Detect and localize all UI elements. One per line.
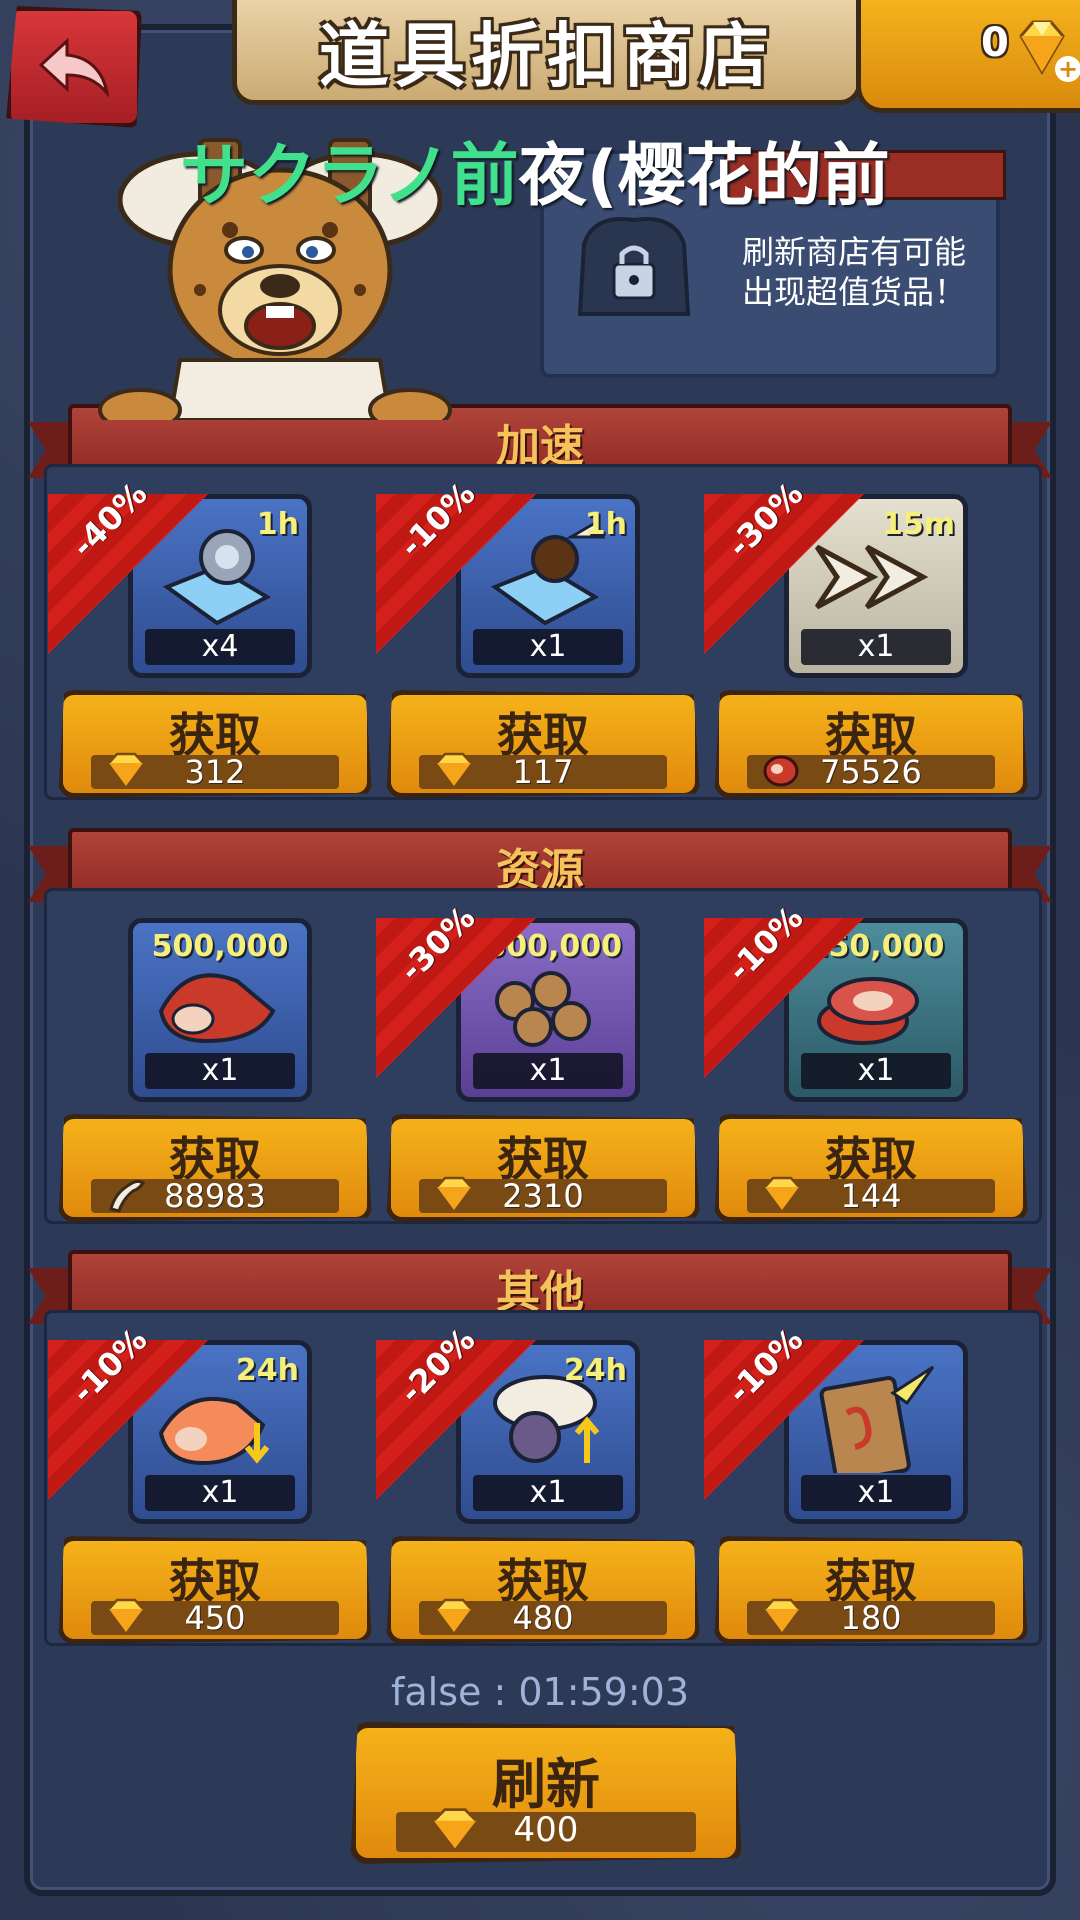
locked-bag-icon	[577, 217, 691, 316]
discount-badge: -20%	[376, 1320, 536, 1500]
item-duration: 1h	[584, 507, 627, 542]
shop-item-card: -10% 24h x1 获取 450	[48, 1320, 372, 1644]
overlay-caption: サクラノ前夜(樱花的前	[180, 120, 890, 219]
discount-badge: -30%	[376, 898, 536, 1078]
shop-item-card: -20% 24h x1 获取 480	[376, 1320, 700, 1644]
buy-button[interactable]: 获取 88983	[58, 1114, 372, 1222]
tip-line-2: 出现超值货品！	[741, 273, 966, 311]
shop-item-card: -40% 1h x4 获取 312	[48, 474, 372, 798]
refresh-label: 刷新	[492, 1753, 600, 1816]
shop-item-card: -30% 15m x1 获取 75526	[704, 474, 1028, 798]
item-price: 450	[184, 1599, 246, 1637]
gems-counter[interactable]: 0 +	[856, 0, 1080, 113]
discount-badge: -40%	[48, 474, 208, 654]
item-amount: 500,000	[151, 929, 289, 964]
back-button[interactable]	[6, 6, 142, 128]
discount-badge: -10%	[376, 474, 536, 654]
item-duration: 15m	[881, 507, 955, 542]
shop-item-card: -10% 1h x1 获取 117	[376, 474, 700, 798]
buy-button[interactable]: 获取 180	[714, 1536, 1028, 1644]
buy-button[interactable]: 获取 75526	[714, 690, 1028, 798]
title-banner: 道具折扣商店	[232, 0, 862, 105]
item-duration: 1h	[256, 507, 299, 542]
buy-button[interactable]: 获取 312	[58, 690, 372, 798]
item-price: 75526	[820, 753, 922, 791]
item-price: 480	[512, 1599, 574, 1637]
tip-text: 刷新商店有可能 出现超值货品！	[724, 232, 984, 312]
item-duration: 24h	[235, 1353, 299, 1388]
discount-badge: -10%	[704, 898, 864, 1078]
discount-badge: -10%	[48, 1320, 208, 1500]
buy-button[interactable]: 获取 450	[58, 1536, 372, 1644]
item-price: 312	[184, 753, 246, 791]
caption-green-char: 前	[450, 137, 519, 216]
shop-item-card: -10% x1 获取 180	[704, 1320, 1028, 1644]
item-quantity: x1	[145, 1053, 295, 1089]
discount-badge: -30%	[704, 474, 864, 654]
buy-button[interactable]: 获取 480	[386, 1536, 700, 1644]
item-price: 144	[840, 1177, 902, 1215]
item-price: 2310	[502, 1177, 584, 1215]
buy-button[interactable]: 获取 2310	[386, 1114, 700, 1222]
item-icon[interactable]: 500,000 x1	[128, 918, 312, 1102]
shop-item-card: -10% 150,000 x1 获取 144	[704, 898, 1028, 1222]
shop-item-card: -30% ,500,000 x1 获取 2310	[376, 898, 700, 1222]
buy-button[interactable]: 获取 144	[714, 1114, 1028, 1222]
item-price: 117	[512, 753, 574, 791]
refresh-price: 400	[513, 1810, 579, 1850]
item-price: 88983	[164, 1177, 266, 1215]
add-gems-icon[interactable]: +	[1055, 56, 1080, 82]
caption-white-text: 夜(樱花的前	[518, 137, 890, 216]
refresh-timer: false : 01:59:03	[390, 1670, 690, 1714]
discount-badge: -10%	[704, 1320, 864, 1500]
back-arrow-icon	[38, 37, 110, 97]
tip-line-1: 刷新商店有可能	[741, 233, 966, 271]
gems-count: 0	[981, 20, 1009, 66]
page-title: 道具折扣商店	[319, 14, 775, 97]
shop-item-card: 500,000 x1 获取 88983	[48, 918, 372, 1222]
item-duration: 24h	[563, 1353, 627, 1388]
buy-button[interactable]: 获取 117	[386, 690, 700, 798]
item-price: 180	[840, 1599, 902, 1637]
refresh-button[interactable]: 刷新 400	[350, 1722, 742, 1864]
caption-green-text: サクラノ	[180, 137, 451, 216]
